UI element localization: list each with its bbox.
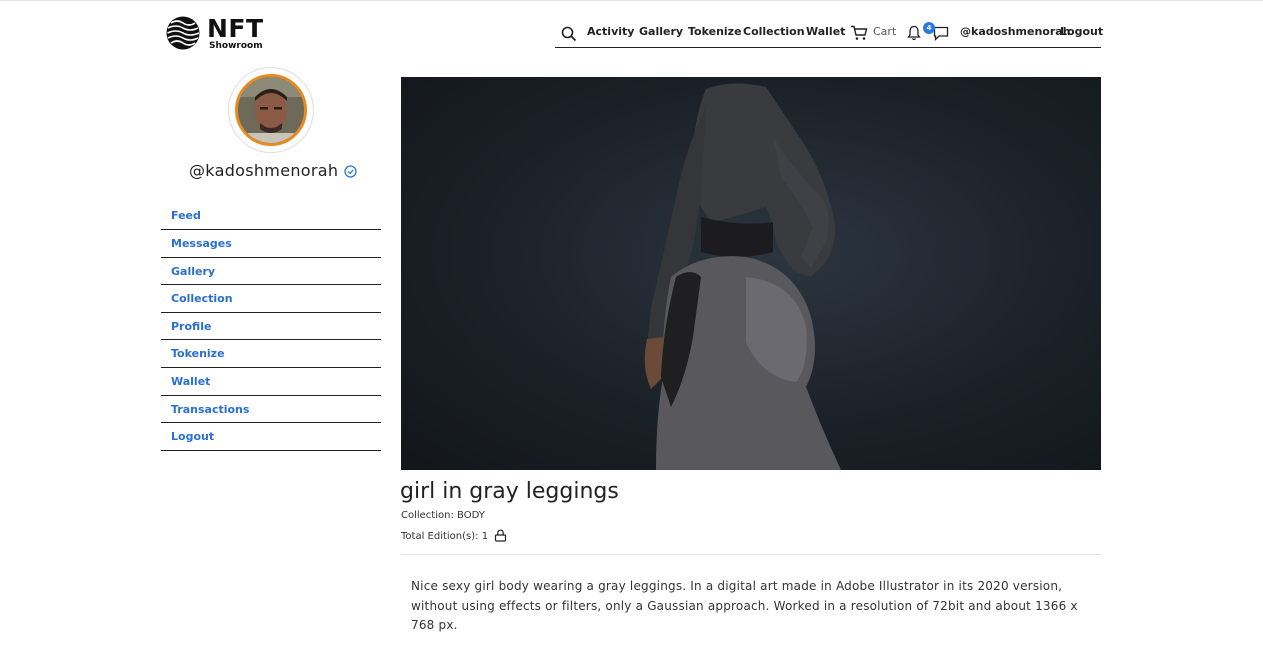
lock-icon — [495, 529, 507, 542]
logo-text: NFT — [207, 14, 264, 43]
nav-collection[interactable]: Collection — [743, 25, 805, 38]
search-icon[interactable] — [561, 26, 577, 42]
sidebar-item-collection[interactable]: Collection — [161, 285, 381, 313]
sidebar-item-label: Profile — [171, 319, 212, 333]
nav-cart[interactable]: Cart — [873, 25, 896, 38]
cart-icon[interactable] — [850, 25, 868, 41]
artwork-editions: Total Edition(s): 1 — [401, 529, 507, 542]
sidebar-item-label: Tokenize — [171, 347, 225, 361]
profile-username-text: @kadoshmenorah — [189, 161, 339, 180]
verified-icon — [344, 165, 357, 178]
nav-username[interactable]: @kadoshmenorah — [960, 25, 1071, 38]
avatar-portrait — [238, 77, 304, 143]
artwork-collection: Collection: BODY — [401, 510, 485, 521]
logo-mark-icon — [166, 16, 200, 50]
sidebar-item-logout[interactable]: Logout — [161, 423, 381, 451]
top-navigation: Activity Gallery Tokenize Collection Wal… — [555, 20, 1103, 48]
sidebar-item-label: Messages — [171, 236, 232, 250]
profile-username: @kadoshmenorah — [189, 161, 357, 180]
sidebar-item-label: Logout — [171, 430, 215, 444]
logo-subtext: Showroom — [209, 41, 263, 51]
sidebar-item-label: Feed — [171, 209, 201, 222]
messages-icon[interactable] — [933, 26, 949, 41]
sidebar-navigation: Feed Messages Gallery Collection Profile… — [161, 202, 381, 451]
top-rule — [0, 0, 1263, 1]
avatar — [235, 74, 307, 146]
sidebar-item-label: Wallet — [171, 374, 211, 388]
artwork-description: Nice sexy girl body wearing a gray leggi… — [411, 579, 1078, 632]
artwork-illustration — [644, 83, 841, 470]
sidebar-item-label: Gallery — [171, 264, 216, 278]
sidebar-item-wallet[interactable]: Wallet — [161, 368, 381, 396]
nav-logout[interactable]: Logout — [1060, 25, 1103, 38]
artwork-title: girl in gray leggings — [400, 479, 619, 504]
sidebar-item-label: Transactions — [171, 402, 250, 416]
notification-badge: 4 — [923, 22, 935, 34]
artwork-editions-text: Total Edition(s): 1 — [401, 531, 489, 542]
nav-gallery[interactable]: Gallery — [639, 25, 683, 38]
sidebar-item-tokenize[interactable]: Tokenize — [161, 340, 381, 368]
avatar-frame[interactable] — [228, 67, 314, 153]
sidebar-item-label: Collection — [171, 292, 233, 306]
artwork-image[interactable] — [401, 77, 1101, 470]
sidebar-item-messages[interactable]: Messages — [161, 230, 381, 258]
nav-wallet[interactable]: Wallet — [806, 25, 845, 38]
section-divider — [401, 554, 1101, 555]
sidebar-item-feed[interactable]: Feed — [161, 202, 381, 230]
sidebar-item-transactions[interactable]: Transactions — [161, 396, 381, 424]
sidebar-item-profile[interactable]: Profile — [161, 313, 381, 341]
nav-tokenize[interactable]: Tokenize — [688, 25, 742, 38]
nft-showroom-logo[interactable]: NFT Showroom — [166, 14, 276, 52]
nav-activity[interactable]: Activity — [587, 25, 634, 38]
sidebar-item-gallery[interactable]: Gallery — [161, 258, 381, 286]
bell-icon[interactable] — [906, 25, 922, 41]
